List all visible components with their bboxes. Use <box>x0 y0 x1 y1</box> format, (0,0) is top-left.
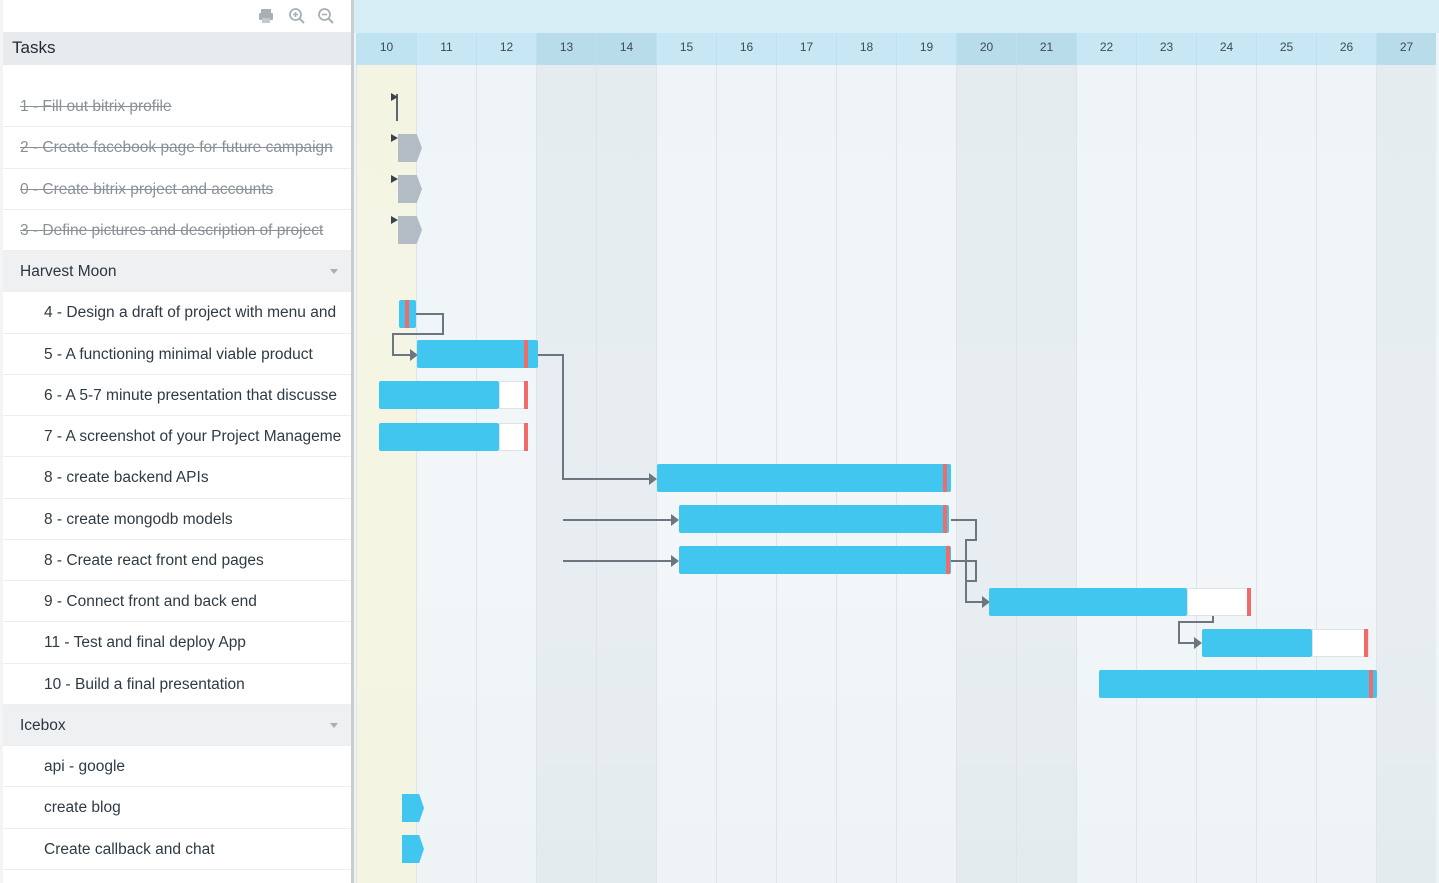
task-bar-remaining <box>499 381 527 409</box>
deadline-marker <box>524 340 528 368</box>
deadline-marker <box>1247 588 1251 616</box>
task-bar[interactable] <box>417 340 538 368</box>
task-bar[interactable] <box>989 588 1187 616</box>
task-bar[interactable] <box>657 464 951 492</box>
flag-icon <box>391 175 398 183</box>
task-bar[interactable] <box>402 835 424 863</box>
task-bar[interactable] <box>379 381 499 409</box>
deadline-marker <box>943 505 947 533</box>
task-bar-completed[interactable] <box>398 134 422 162</box>
deadline-marker <box>946 546 950 574</box>
deadline-marker <box>524 381 528 409</box>
task-bar[interactable] <box>379 423 499 451</box>
task-bar[interactable] <box>1099 670 1377 698</box>
deadline-marker <box>943 464 947 492</box>
flag-icon <box>391 216 398 224</box>
milestone-flag-icon[interactable] <box>391 93 398 101</box>
task-bar[interactable] <box>679 546 951 574</box>
deadline-marker <box>524 423 528 451</box>
deadline-marker <box>405 300 409 328</box>
task-bar-completed[interactable] <box>398 216 422 244</box>
task-bar-remaining <box>1312 629 1369 657</box>
flag-icon <box>391 134 398 142</box>
deadline-marker <box>1364 629 1368 657</box>
gantt-bars <box>0 0 1439 883</box>
task-bar-remaining <box>1187 588 1251 616</box>
task-bar-remaining <box>499 423 527 451</box>
task-bar[interactable] <box>1202 629 1312 657</box>
task-bar[interactable] <box>679 505 949 533</box>
task-bar-completed[interactable] <box>398 175 422 203</box>
deadline-marker <box>1369 670 1373 698</box>
task-bar[interactable] <box>402 794 424 822</box>
